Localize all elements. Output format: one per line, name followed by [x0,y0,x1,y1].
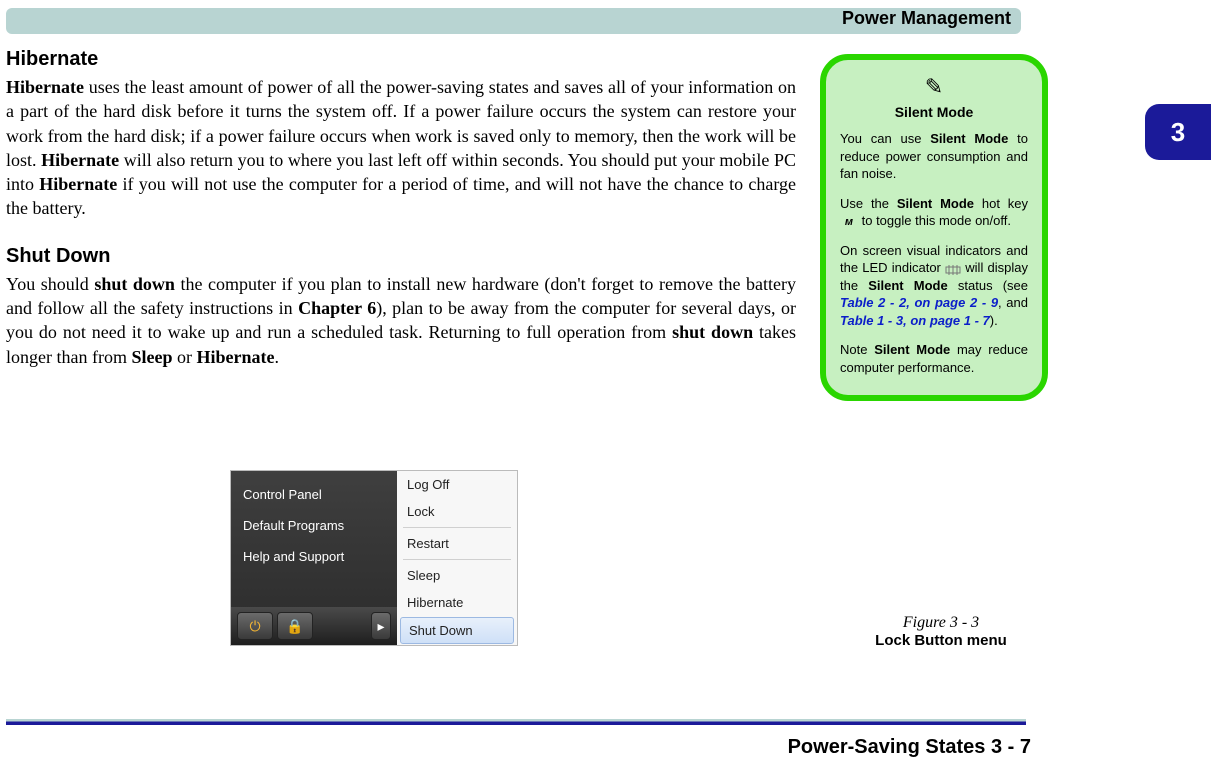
menu-default-programs[interactable]: Default Programs [231,510,397,541]
text: Note [840,342,874,357]
vista-menu-right-panel: Log Off Lock Restart Sleep Hibernate Shu… [397,471,517,645]
menu-restart[interactable]: Restart [397,530,517,557]
vista-menu-left-panel: Control Panel Default Programs Help and … [231,471,397,645]
text: You can use [840,131,930,146]
lock-button[interactable]: 🔒 [277,612,313,640]
silent-mode-term: Silent Mode [930,131,1008,146]
text: Use the [840,196,897,211]
hibernate-paragraph: Hibernate uses the least amount of power… [6,75,796,221]
text: ). [990,313,998,328]
callout-title: Silent Mode [840,104,1028,120]
silent-mode-callout: ✎ Silent Mode You can use Silent Mode to… [820,54,1048,401]
page-header-title: Power Management [842,8,1023,29]
chapter-tab: 3 [1145,104,1211,160]
figure-caption: Figure 3 - 3 Lock Button menu [846,614,1036,649]
text: or [172,347,196,367]
callout-p2: Use the Silent Mode hot key ᴍ to toggle … [840,195,1028,230]
menu-help-support[interactable]: Help and Support [231,541,397,572]
footer-text: Power-Saving States 3 - 7 [788,736,1031,759]
shutdown-term-2: shut down [672,322,753,342]
figure-title: Lock Button menu [846,632,1036,649]
menu-lock[interactable]: Lock [397,498,517,525]
chapter6-ref: Chapter 6 [298,298,376,318]
text: status (see [948,278,1028,293]
menu-hibernate[interactable]: Hibernate [397,589,517,616]
vista-bottom-bar: ⏻ 🔒 ▸ [231,607,397,645]
shutdown-term-1: shut down [94,274,175,294]
hibernate-term-4: Hibernate [196,347,274,367]
menu-log-off[interactable]: Log Off [397,471,517,498]
figure-number: Figure 3 - 3 [903,614,979,631]
vista-start-menu: Control Panel Default Programs Help and … [230,470,518,646]
hibernate-term-3: Hibernate [39,174,117,194]
chevron-right-icon: ▸ [377,618,384,635]
text: . [274,347,279,367]
hibernate-heading: Hibernate [6,48,796,71]
text: to toggle this mode on/off. [858,213,1011,228]
shutdown-paragraph: You should shut down the computer if you… [6,272,796,369]
menu-sleep[interactable]: Sleep [397,562,517,589]
text: if you will not use the computer for a p… [6,174,796,218]
led-text: LED [862,260,887,275]
menu-shut-down[interactable]: Shut Down [400,617,514,644]
pencil-icon: ✎ [840,74,1028,100]
power-icon: ⏻ [249,618,260,635]
lock-icon: 🔒 [286,618,303,635]
menu-divider [403,527,511,528]
hibernate-term-2: Hibernate [41,150,119,170]
footer-rule [6,719,1026,725]
power-button[interactable]: ⏻ [237,612,273,640]
submenu-arrow-button[interactable]: ▸ [371,612,391,640]
text: You should [6,274,94,294]
silent-mode-term: Silent Mode [868,278,948,293]
shutdown-heading: Shut Down [6,245,796,268]
callout-p1: You can use Silent Mode to reduce power … [840,130,1028,183]
menu-control-panel[interactable]: Control Panel [231,479,397,510]
hibernate-term-1: Hibernate [6,77,84,97]
main-content: Hibernate Hibernate uses the least amoun… [6,48,796,369]
callout-p3: On screen visual indicators and the LED … [840,242,1028,330]
xref-table-1-3[interactable]: Table 1 - 3, on page 1 - 7 [840,313,990,328]
xref-table-2-2[interactable]: Table 2 - 2, on page 2 - 9 [840,295,998,310]
text: , and [998,295,1028,310]
menu-divider [403,559,511,560]
sleep-term: Sleep [131,347,172,367]
hotkey-icon: ᴍ [840,215,858,229]
lock-button-menu-figure: Control Panel Default Programs Help and … [230,470,518,646]
text: indicator [888,260,946,275]
silent-mode-term: Silent Mode [874,342,950,357]
silent-mode-term: Silent Mode [897,196,974,211]
callout-p4: Note Silent Mode may reduce computer per… [840,341,1028,376]
led-icon [945,263,961,275]
text: hot key [974,196,1028,211]
